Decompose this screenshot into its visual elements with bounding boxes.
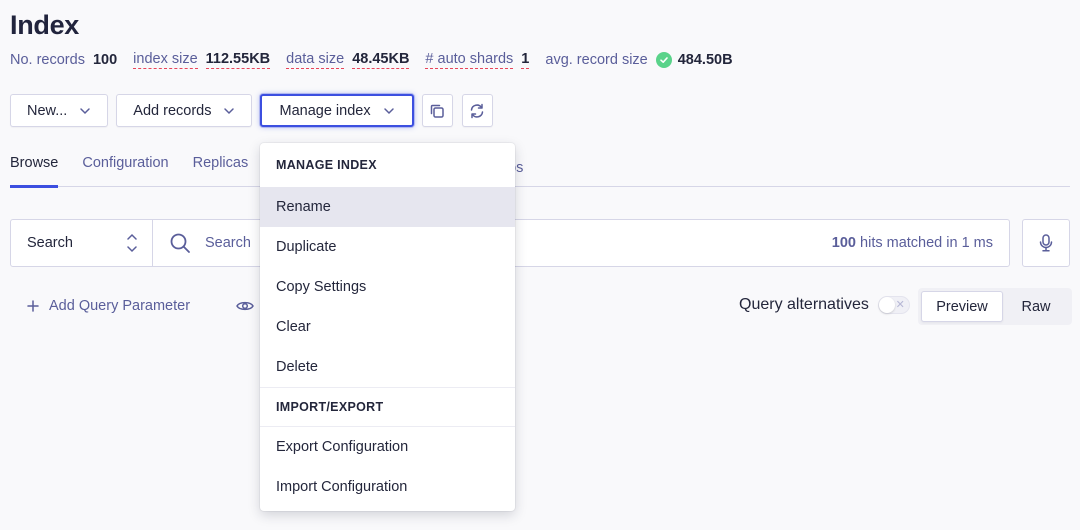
page-title: Index	[10, 10, 80, 40]
eye-icon[interactable]	[236, 299, 254, 318]
manage-index-button-label: Manage index	[279, 102, 371, 119]
stat-value: 48.45KB	[352, 51, 410, 69]
plus-icon	[27, 300, 39, 312]
refresh-button[interactable]	[461, 94, 493, 127]
stat-auto-shards[interactable]: # auto shards 1	[425, 51, 530, 69]
menu-item-duplicate[interactable]: Duplicate	[260, 227, 515, 267]
menu-item-import-configuration[interactable]: Import Configuration	[260, 467, 515, 507]
menu-section-header: MANAGE INDEX	[276, 158, 377, 172]
add-query-parameter-label: Add Query Parameter	[49, 298, 191, 314]
menu-item-rename[interactable]: Rename	[260, 187, 515, 227]
menu-section-header: IMPORT/EXPORT	[260, 387, 515, 427]
chevron-down-icon	[79, 107, 91, 115]
index-stats: No. records 100 index size 112.55KB data…	[10, 51, 749, 69]
stat-label: # auto shards	[425, 51, 514, 69]
index-page: Index No. records 100 index size 112.55K…	[0, 0, 1080, 530]
microphone-icon	[1039, 234, 1053, 252]
menu-item-delete[interactable]: Delete	[260, 347, 515, 387]
toggle-knob	[878, 297, 895, 313]
menu-item-clear[interactable]: Clear	[260, 307, 515, 347]
new-button[interactable]: New...	[10, 94, 109, 127]
stat-data-size[interactable]: data size 48.45KB	[286, 51, 410, 69]
manage-index-dropdown: MANAGE INDEX Rename Duplicate Copy Setti…	[260, 143, 515, 511]
check-circle-icon	[655, 52, 672, 68]
search-mode-select[interactable]: Search	[11, 220, 153, 266]
stat-value: 484.50B	[677, 52, 733, 68]
tab-browse[interactable]: Browse	[10, 150, 59, 188]
stat-label: index size	[133, 51, 198, 69]
stat-value: 112.55KB	[205, 51, 271, 69]
stat-label: No. records	[10, 52, 85, 68]
query-alternatives-toggle[interactable]: ✕	[877, 296, 910, 314]
add-records-button-label: Add records	[133, 102, 212, 119]
search-mode-value: Search	[27, 235, 73, 251]
voice-search-button[interactable]	[1022, 219, 1070, 267]
index-toolbar: New... Add records Manage index	[10, 94, 502, 127]
new-button-label: New...	[27, 102, 68, 119]
stat-label: avg. record size	[545, 52, 648, 68]
hits-summary: 100 hits matched in 1 ms	[832, 235, 993, 251]
hits-count: 100	[831, 235, 856, 251]
hits-text: hits matched in 1 ms	[856, 235, 993, 251]
tab-configuration[interactable]: Configuration	[82, 150, 168, 187]
search-icon	[169, 232, 191, 254]
index-tabs: Browse Configuration Replicas nos	[10, 150, 1070, 188]
stat-value: 1	[521, 51, 530, 69]
stat-records: No. records 100	[10, 52, 117, 68]
chevron-up-down-icon	[126, 232, 138, 254]
stat-avg-record-size: avg. record size 484.50B	[545, 52, 733, 68]
view-mode-raw[interactable]: Raw	[1003, 291, 1069, 322]
stat-value: 100	[92, 52, 118, 68]
refresh-icon	[468, 102, 486, 120]
copy-icon	[429, 103, 445, 119]
manage-index-button[interactable]: Manage index	[260, 94, 414, 127]
stat-label: data size	[286, 51, 345, 69]
tab-replicas[interactable]: Replicas	[193, 150, 249, 187]
copy-button[interactable]	[421, 94, 453, 127]
add-records-button[interactable]: Add records	[116, 94, 253, 127]
close-icon: ✕	[895, 299, 905, 311]
view-mode-switch: Preview Raw	[918, 288, 1072, 325]
query-alternatives: Query alternatives ✕	[739, 296, 910, 314]
add-query-parameter-button[interactable]: Add Query Parameter	[27, 298, 190, 314]
stat-index-size[interactable]: index size 112.55KB	[133, 51, 271, 69]
chevron-down-icon	[383, 107, 395, 115]
chevron-down-icon	[223, 107, 235, 115]
menu-item-export-configuration[interactable]: Export Configuration	[260, 427, 515, 467]
view-mode-preview[interactable]: Preview	[921, 291, 1003, 322]
query-alternatives-label: Query alternatives	[739, 296, 869, 313]
menu-item-copy-settings[interactable]: Copy Settings	[260, 267, 515, 307]
